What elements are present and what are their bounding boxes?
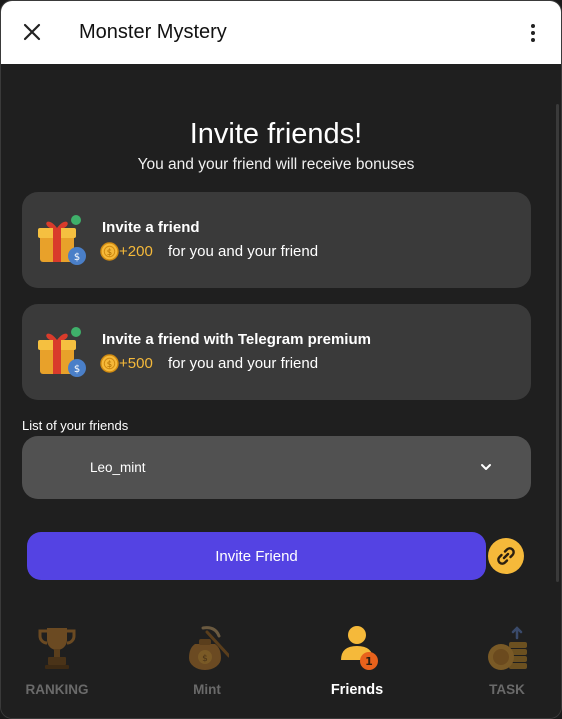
svg-text:$: $ — [202, 654, 208, 664]
kebab-dot-icon — [531, 38, 535, 42]
svg-text:$: $ — [107, 360, 112, 370]
svg-text:$: $ — [74, 364, 80, 375]
header-bar: Monster Mystery — [1, 1, 561, 64]
coins-task-icon — [488, 626, 527, 670]
card-title: Invite a friend with Telegram premium — [102, 331, 371, 348]
app-window: Monster Mystery Invite friends! You and … — [0, 0, 562, 719]
close-icon — [23, 23, 41, 41]
nav-friends[interactable]: 1 Friends — [302, 624, 412, 704]
nav-mint[interactable]: $ Mint — [152, 624, 262, 704]
gift-icon: $ — [38, 215, 86, 265]
page-subtitle: You and your friend will receive bonuses — [137, 156, 415, 173]
nav-ranking[interactable]: RANKING — [2, 624, 112, 704]
card-title: Invite a friend — [102, 219, 200, 236]
svg-text:$: $ — [74, 252, 80, 263]
nav-label: RANKING — [25, 682, 89, 697]
main-content: Invite friends! You and your friend will… — [1, 64, 561, 718]
link-icon — [497, 547, 515, 565]
nav-label: Friends — [330, 682, 384, 698]
invite-friend-card: $ Invite a friend $ +200 for you and you… — [22, 192, 531, 288]
scrollbar[interactable] — [556, 104, 559, 582]
invite-premium-card: $ Invite a friend with Telegram premium … — [22, 304, 531, 400]
friends-icon: 1 — [341, 626, 378, 670]
friends-badge: 1 — [365, 655, 373, 668]
more-menu-button[interactable] — [523, 21, 543, 45]
bonus-amount: +200 — [119, 243, 153, 260]
pickaxe-money-bag-icon: $ — [189, 626, 229, 670]
kebab-dot-icon — [531, 24, 535, 28]
close-button[interactable] — [19, 19, 45, 45]
chevron-down-icon — [481, 464, 491, 470]
bonus-description: for you and your friend — [168, 355, 319, 372]
coin-icon: $ — [100, 354, 119, 373]
app-title: Monster Mystery — [79, 21, 227, 43]
kebab-dot-icon — [531, 31, 535, 35]
friends-list-label: List of your friends — [22, 418, 129, 433]
copy-link-button[interactable] — [488, 538, 524, 574]
svg-text:$: $ — [107, 248, 112, 258]
gift-icon: $ — [38, 327, 86, 377]
nav-label: TASK — [489, 682, 525, 697]
friends-select-value: Leo_mint — [90, 460, 146, 475]
coin-icon: $ — [100, 242, 119, 261]
bonus-description: for you and your friend — [168, 243, 319, 260]
nav-label: Mint — [193, 682, 221, 697]
page-title: Invite friends! — [189, 118, 363, 150]
trophy-icon — [38, 628, 76, 669]
invite-friend-button[interactable]: Invite Friend — [27, 532, 486, 580]
nav-task[interactable]: TASK — [452, 624, 561, 704]
bonus-amount: +500 — [119, 355, 153, 372]
friends-select[interactable]: Leo_mint — [22, 436, 531, 499]
